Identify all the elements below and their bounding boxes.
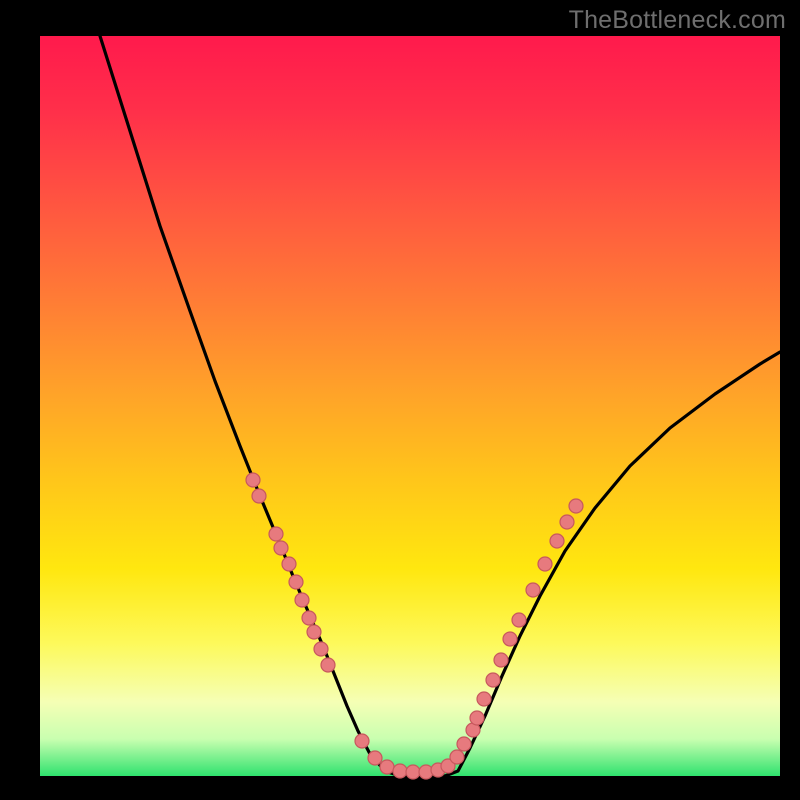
data-point bbox=[526, 583, 540, 597]
watermark-text: TheBottleneck.com bbox=[569, 6, 786, 35]
data-point bbox=[274, 541, 288, 555]
data-point bbox=[355, 734, 369, 748]
plot-area bbox=[40, 36, 780, 776]
chart-svg bbox=[40, 36, 780, 776]
data-point bbox=[503, 632, 517, 646]
data-point bbox=[494, 653, 508, 667]
chart-frame: TheBottleneck.com bbox=[0, 0, 800, 800]
data-point bbox=[252, 489, 266, 503]
data-point bbox=[477, 692, 491, 706]
data-point bbox=[295, 593, 309, 607]
data-point bbox=[560, 515, 574, 529]
data-point bbox=[289, 575, 303, 589]
data-point bbox=[282, 557, 296, 571]
data-point bbox=[486, 673, 500, 687]
data-point bbox=[569, 499, 583, 513]
data-point bbox=[368, 751, 382, 765]
data-point bbox=[457, 737, 471, 751]
bottleneck-curve bbox=[100, 36, 780, 776]
data-point bbox=[470, 711, 484, 725]
data-point bbox=[314, 642, 328, 656]
data-point bbox=[380, 760, 394, 774]
data-point bbox=[269, 527, 283, 541]
data-point bbox=[512, 613, 526, 627]
data-dots bbox=[246, 473, 583, 779]
data-point bbox=[538, 557, 552, 571]
data-point bbox=[321, 658, 335, 672]
data-point bbox=[406, 765, 420, 779]
data-point bbox=[246, 473, 260, 487]
data-point bbox=[550, 534, 564, 548]
data-point bbox=[307, 625, 321, 639]
data-point bbox=[302, 611, 316, 625]
data-point bbox=[450, 750, 464, 764]
data-point bbox=[393, 764, 407, 778]
